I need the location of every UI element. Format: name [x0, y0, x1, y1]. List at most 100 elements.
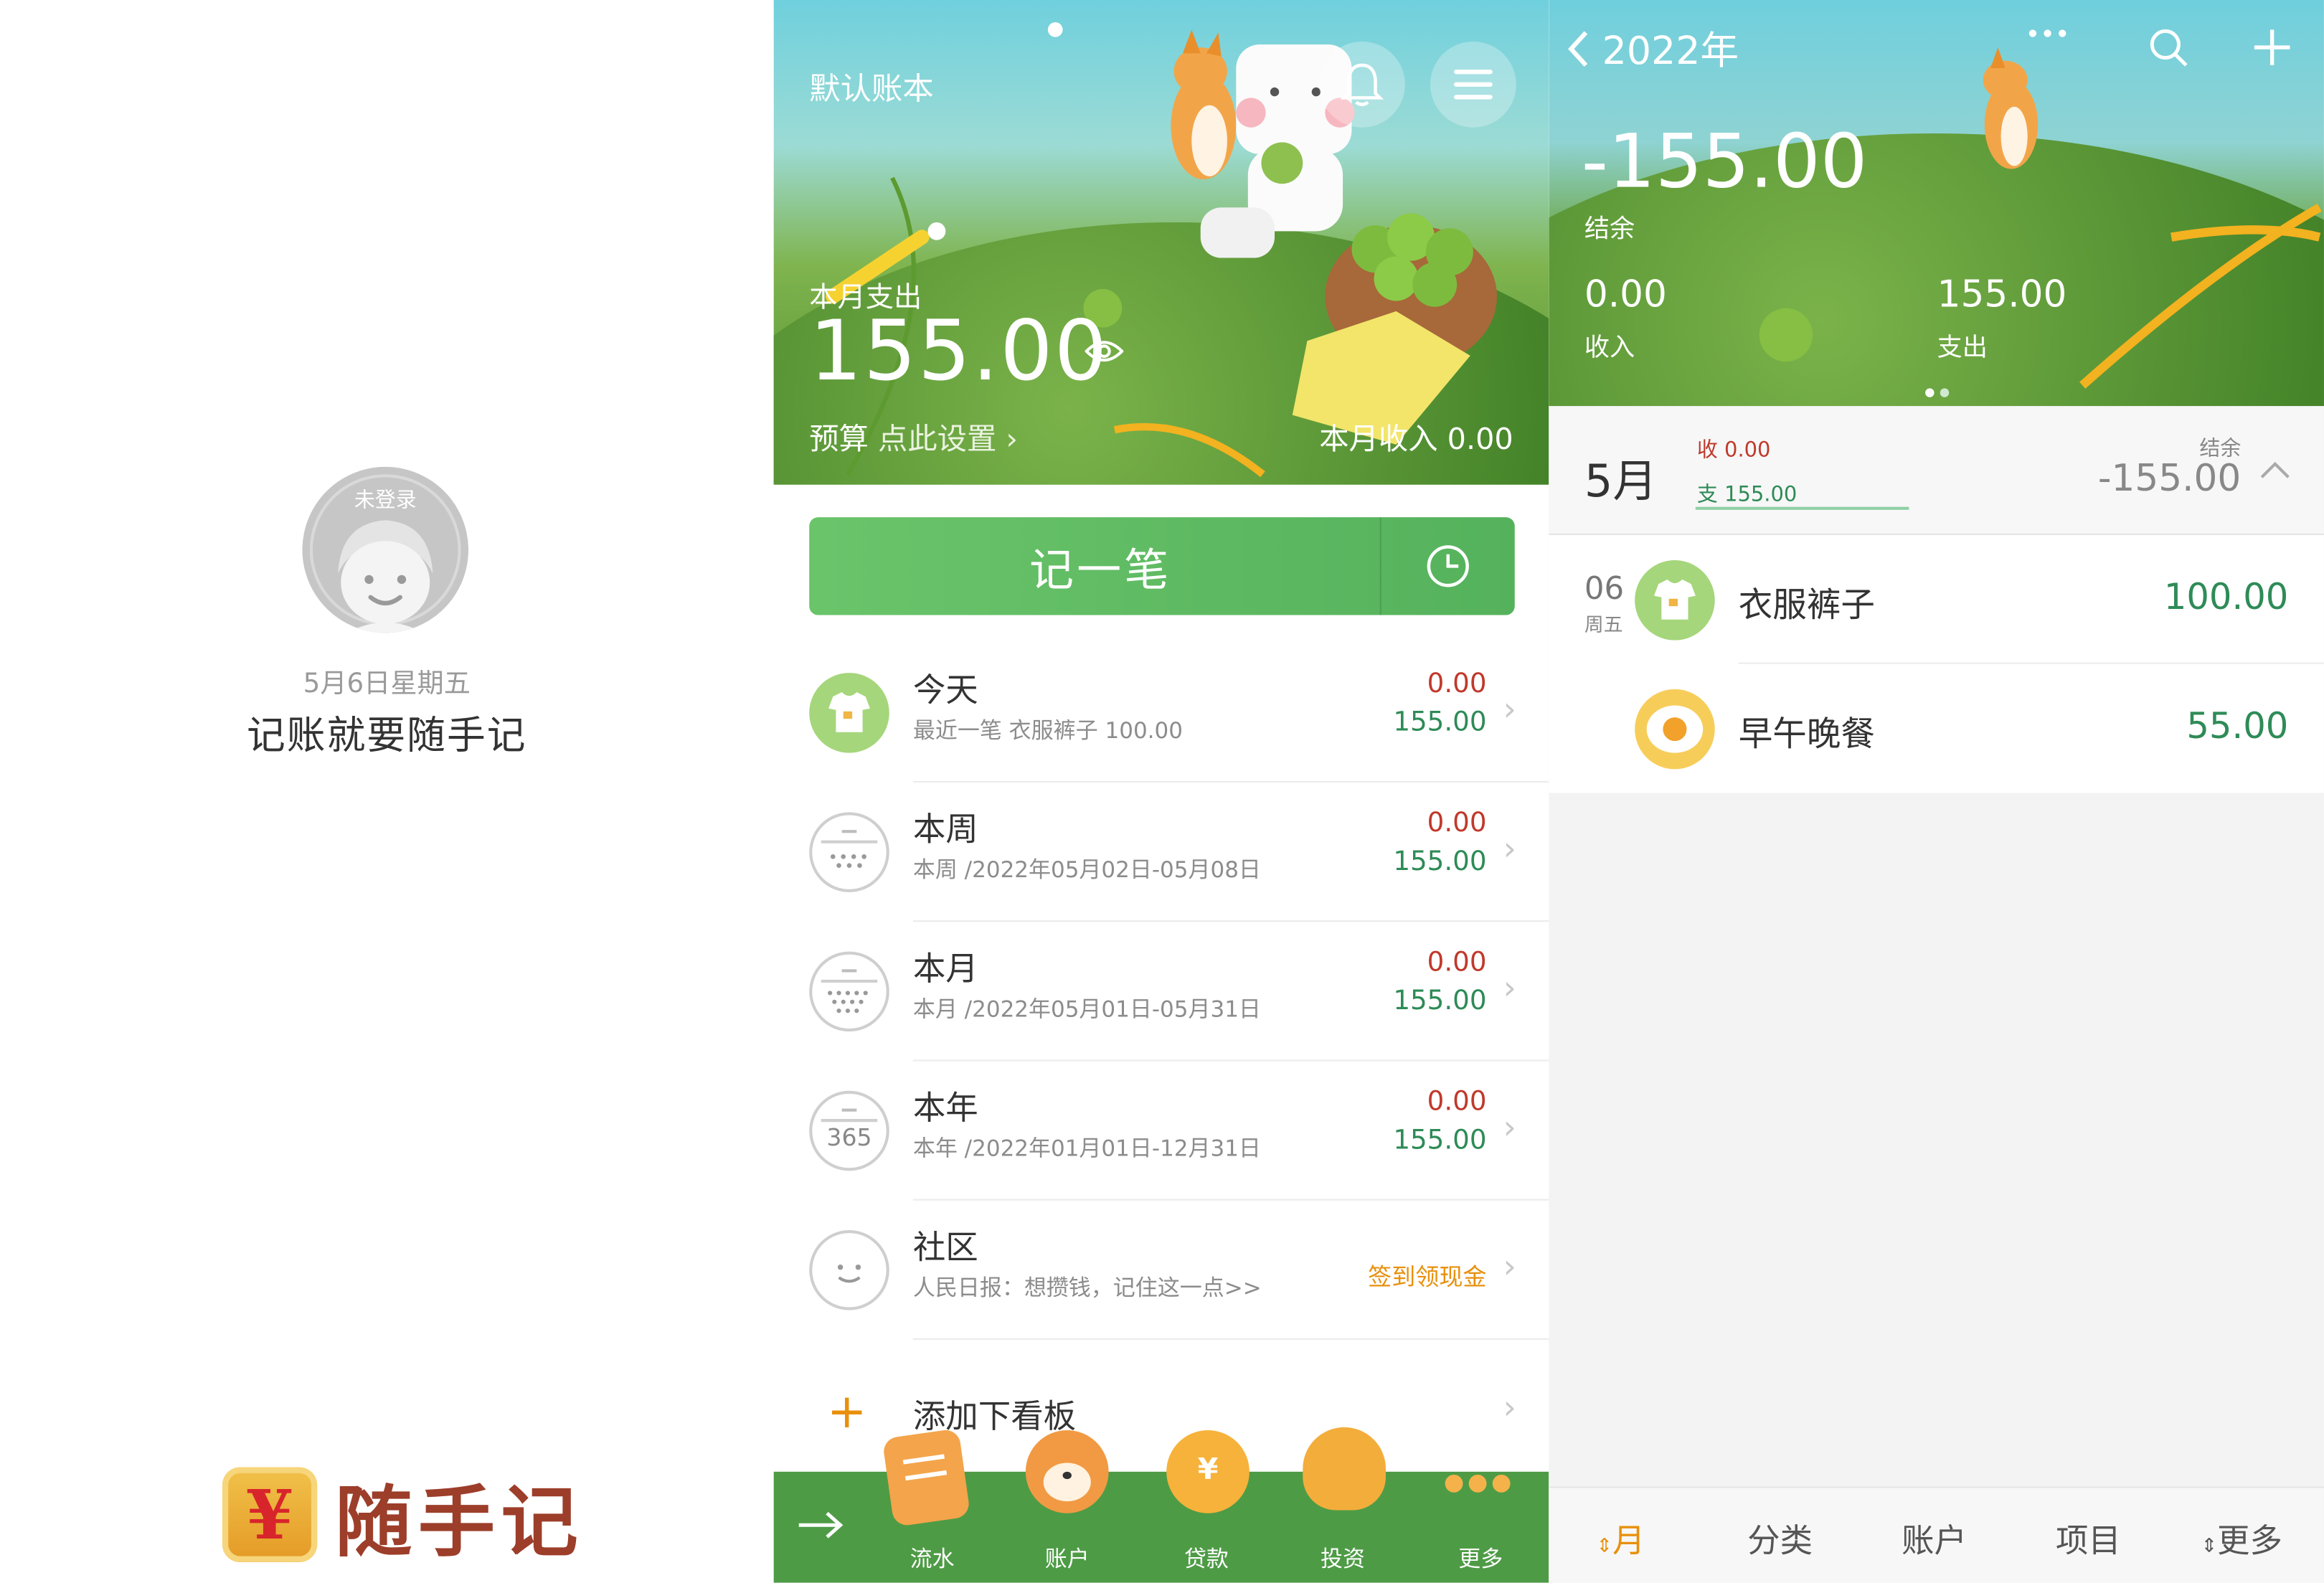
- chevron-right-icon: ›: [1006, 420, 1018, 457]
- row-title: 社区: [912, 1230, 978, 1267]
- avatar-badge: 未登录: [354, 488, 417, 513]
- book-title[interactable]: 默认账本: [809, 65, 934, 110]
- year-selector[interactable]: 2022年: [1564, 21, 1739, 75]
- nav-item-loan[interactable]: 贷款: [1162, 1543, 1251, 1574]
- budget-label: 预算: [809, 420, 869, 457]
- tab-account[interactable]: 账户: [1902, 1515, 1967, 1562]
- row-subtitle: 最近一笔 衣服裤子 100.00: [912, 717, 1183, 745]
- row-subtitle: 本周 /2022年05月02日-05月08日: [912, 856, 1261, 884]
- chevron-right-icon: ›: [1503, 970, 1516, 1008]
- entry-amount: 55.00: [2186, 705, 2289, 747]
- year-income-label: 收入: [1584, 333, 1635, 364]
- view-tabbar: ⇕月 分类 账户 项目 ⇕更多: [1549, 1486, 2324, 1583]
- logo-text: 随手记: [334, 1477, 585, 1568]
- month-expense-value: 155.00: [809, 303, 1109, 400]
- row-title: 本月: [912, 951, 978, 989]
- slogan: 记账就要随手记: [247, 714, 527, 759]
- row-subtitle: 本月 /2022年05月01日-05月31日: [912, 996, 1261, 1023]
- tab-month[interactable]: ⇕月: [1596, 1515, 1645, 1562]
- row-subtitle: 人民日报：想攒钱，记住这一点>>: [912, 1275, 1262, 1302]
- calendar-month-icon: [809, 951, 889, 1032]
- row-income: 0.00: [1427, 1086, 1487, 1117]
- hamburger-icon: [1454, 70, 1493, 100]
- chevron-right-icon: ›: [1503, 1249, 1516, 1287]
- year-panel: 2022年 -155.00 结余 0.00 收入 155.00 支出 5月 收 …: [1549, 0, 2324, 1583]
- more-dots-icon[interactable]: [2028, 29, 2066, 37]
- summary-row-week[interactable]: 本周 本周 /2022年05月02日-05月08日 0.00 155.00 ›: [774, 783, 1549, 922]
- record-button[interactable]: 记一笔: [809, 517, 1515, 615]
- bottom-nav: 流水 账户 ¥ 贷款 投资 更多: [773, 1427, 1549, 1583]
- add-icon[interactable]: [2252, 27, 2293, 68]
- year-balance: -155.00: [1581, 118, 1868, 205]
- row-subtitle: 本年 /2022年01月01日-12月31日: [912, 1135, 1261, 1162]
- summary-row-community[interactable]: 社区 人民日报：想攒钱，记住这一点>> 签到领现金 ›: [774, 1201, 1549, 1340]
- app-logo: ¥ 随手记: [222, 1465, 584, 1567]
- year-expense: 155.00: [1937, 273, 2067, 316]
- chevron-right-icon: ›: [1503, 1110, 1516, 1148]
- entry-name: 早午晚餐: [1738, 716, 1875, 755]
- row-expense: 155.00: [1393, 1125, 1487, 1156]
- row-expense: 155.00: [1393, 986, 1487, 1017]
- year-balance-label: 结余: [1584, 214, 1635, 245]
- avatar[interactable]: 未登录: [302, 466, 468, 633]
- clock-button[interactable]: [1381, 542, 1515, 590]
- back-chevron-icon[interactable]: [1564, 27, 1593, 69]
- date-label: 5月6日星期五: [303, 668, 471, 700]
- entry-amount: 100.00: [2163, 576, 2289, 618]
- chevron-up-icon[interactable]: [2259, 460, 2291, 481]
- plus-icon: +: [826, 1382, 867, 1440]
- year-title: 2022年: [1602, 29, 1739, 75]
- home-banner: 默认账本 本月支出 155.00 预算 点此设置 › 本月收入 0.00: [773, 0, 1549, 485]
- summary-row-year[interactable]: 365 本年 本年 /2022年01月01日-12月31日 0.00 155.0…: [774, 1061, 1549, 1201]
- month-summary[interactable]: 5月 收 0.00 支 155.00 结余 -155.00: [1549, 406, 2324, 535]
- tshirt-icon: [1635, 560, 1715, 641]
- row-title: 今天: [912, 673, 978, 710]
- bell-button[interactable]: [1319, 41, 1405, 128]
- nav-item-invest[interactable]: 投资: [1298, 1543, 1387, 1574]
- year-banner: 2022年 -155.00 结余 0.00 收入 155.00 支出: [1549, 0, 2324, 407]
- budget-setting[interactable]: 预算 点此设置 ›: [809, 415, 1018, 458]
- fried-egg-icon: [1635, 689, 1715, 770]
- month-balance: -155.00: [2097, 456, 2242, 500]
- eye-icon[interactable]: [1085, 338, 1124, 364]
- nav-item-account[interactable]: 账户: [1023, 1543, 1112, 1574]
- month-expense: 支 155.00: [1696, 483, 1798, 507]
- splash-panel: 未登录 5月6日星期五 记账就要随手记 ¥ 随手记: [0, 0, 774, 1583]
- tshirt-icon: [809, 673, 889, 753]
- year-expense-label: 支出: [1937, 333, 1988, 364]
- arrow-right-icon[interactable]: [795, 1507, 848, 1543]
- sort-icon: ⇕: [2201, 1535, 2217, 1558]
- row-income: 0.00: [1427, 947, 1487, 978]
- shiba-icon: [1025, 1430, 1109, 1513]
- budget-action: 点此设置: [877, 420, 997, 457]
- month-income: 收 0.00: [1696, 438, 1771, 463]
- chevron-right-icon: ›: [1503, 1390, 1516, 1427]
- sort-icon: ⇕: [1596, 1535, 1612, 1558]
- nav-item-flow[interactable]: 流水: [888, 1543, 977, 1574]
- nav-item-more[interactable]: 更多: [1436, 1543, 1525, 1574]
- menu-button[interactable]: [1430, 41, 1516, 128]
- summary-row-month[interactable]: 本月 本月 /2022年05月01日-05月31日 0.00 155.00 ›: [774, 922, 1549, 1062]
- entry-row[interactable]: 早午晚餐 55.00: [1549, 664, 2324, 793]
- yen-logo-icon: ¥: [222, 1467, 318, 1562]
- search-icon[interactable]: [2148, 27, 2189, 68]
- tab-project[interactable]: 项目: [2056, 1515, 2121, 1562]
- trophy-icon: ¥: [1166, 1430, 1250, 1513]
- record-button-label: 记一笔: [1029, 545, 1172, 597]
- chevron-right-icon: ›: [1503, 691, 1516, 729]
- row-title: 本年: [912, 1090, 978, 1128]
- summary-row-today[interactable]: 今天 最近一笔 衣服裤子 100.00 0.00 155.00 ›: [774, 643, 1549, 783]
- tab-more[interactable]: ⇕更多: [2201, 1515, 2282, 1562]
- expense-progress-bar: [1695, 506, 1909, 510]
- row-title: 本周: [912, 812, 978, 849]
- row-income: 0.00: [1427, 668, 1487, 700]
- checkin-action[interactable]: 签到领现金: [1368, 1257, 1486, 1293]
- row-expense: 155.00: [1393, 846, 1487, 878]
- row-expense: 155.00: [1393, 707, 1487, 739]
- tab-category[interactable]: 分类: [1747, 1515, 1813, 1562]
- entry-row[interactable]: 衣服裤子 100.00: [1549, 535, 2324, 664]
- calendar-week-icon: [809, 812, 889, 892]
- entry-list: 06 周五 衣服裤子 100.00 早午晚餐 55.00: [1549, 534, 2324, 793]
- month-income: 本月收入 0.00: [1319, 420, 1513, 457]
- month-label: 5月: [1584, 456, 1658, 509]
